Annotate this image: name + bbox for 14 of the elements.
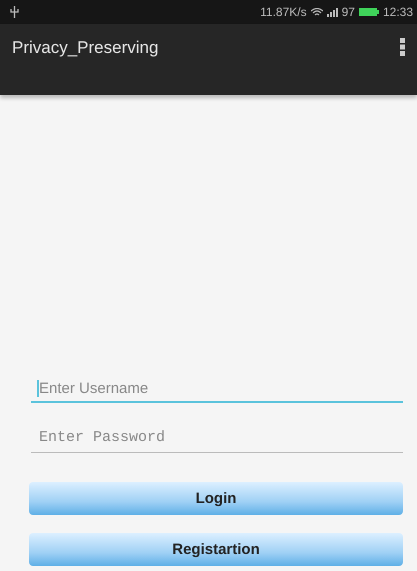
button[interactable]: Login (29, 482, 403, 515)
usb-icon (10, 6, 19, 18)
battery-percent: 97 (342, 5, 355, 19)
network-speed: 11.87K/s (260, 5, 307, 19)
battery-icon (358, 8, 379, 16)
text-cursor (37, 380, 39, 397)
clock: 12:33 (382, 5, 413, 19)
signal-icon (326, 8, 338, 16)
menu-icon[interactable] (400, 38, 405, 56)
wifi-icon (310, 8, 323, 16)
input-field[interactable]: Enter Username (31, 375, 403, 403)
input-field[interactable]: Enter Password (31, 415, 403, 453)
app-title: Privacy_Preserving (12, 38, 158, 58)
button[interactable]: Registartion (29, 533, 403, 566)
